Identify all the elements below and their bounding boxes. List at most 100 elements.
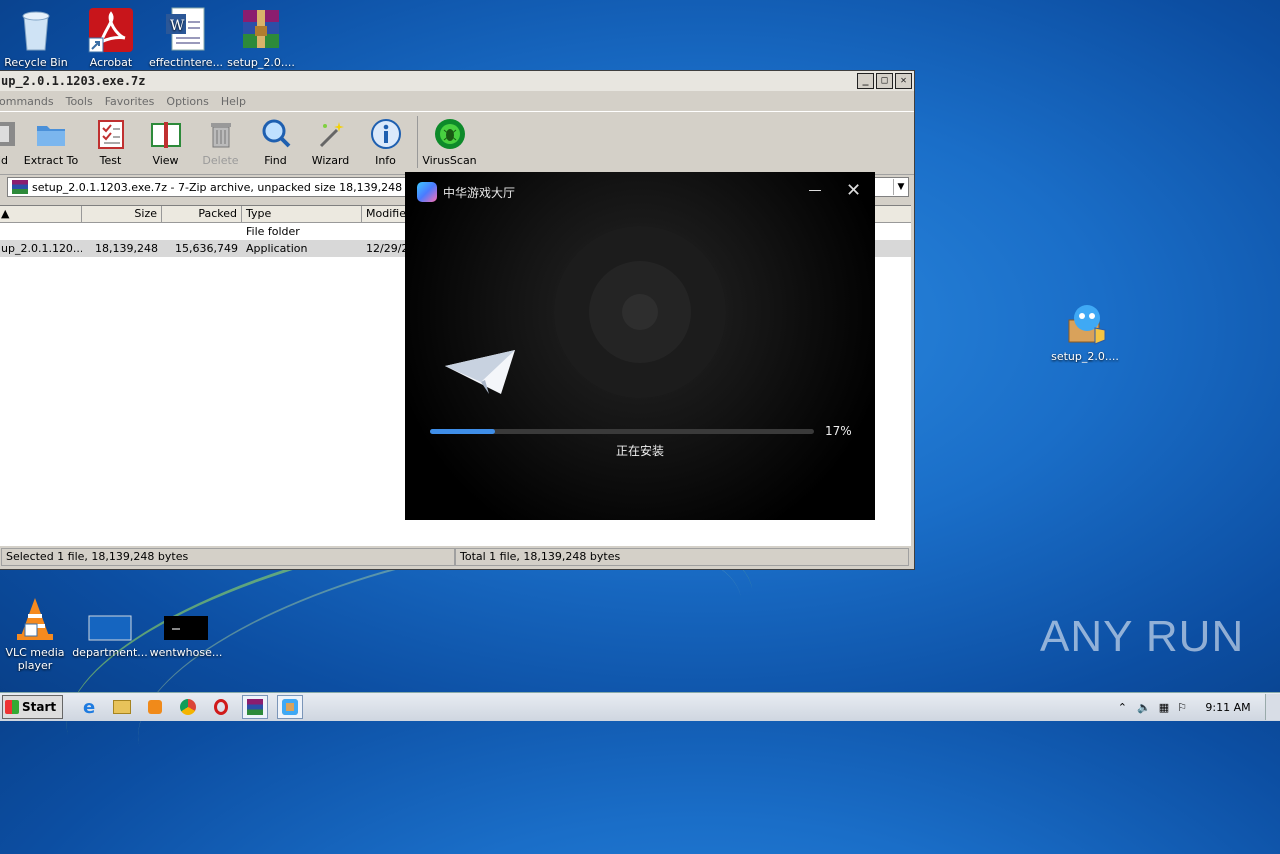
winrar-icon <box>247 699 264 715</box>
menu-options[interactable]: Options <box>160 95 214 108</box>
status-total: Total 1 file, 18,139,248 bytes <box>455 548 909 566</box>
maximize-button[interactable]: □ <box>876 73 893 89</box>
desktop-icon-winrar[interactable]: setup_2.0.... <box>221 6 301 69</box>
acrobat-icon <box>87 6 135 54</box>
taskbar-explorer[interactable] <box>110 696 134 718</box>
info-button[interactable]: Info <box>358 114 413 167</box>
close-icon[interactable]: ✕ <box>846 180 861 201</box>
show-desktop-button[interactable] <box>1265 694 1280 720</box>
taskbar-ie[interactable]: e <box>77 696 101 718</box>
desktop-icon-label: setup_2.0.... <box>227 56 295 69</box>
desktop-icon-label: setup_2.0.... <box>1051 350 1119 363</box>
menu-tools[interactable]: Tools <box>60 95 99 108</box>
installer-title: 中华游戏大厅 <box>443 186 516 200</box>
desktop-icon-label: effectintere... <box>148 56 224 69</box>
status-bar: Selected 1 file, 18,139,248 bytes Total … <box>1 548 909 566</box>
media-player-icon <box>148 700 163 714</box>
start-button[interactable]: Start <box>2 695 64 719</box>
menu-favorites[interactable]: Favorites <box>99 95 161 108</box>
taskbar: Start e ⌃ 🔈 ▦ ⚐ 9:11 AM <box>0 692 1280 721</box>
progress-fill <box>430 429 496 434</box>
book-icon <box>150 118 182 150</box>
column-type[interactable]: Type <box>242 206 362 222</box>
menu-help[interactable]: Help <box>215 95 252 108</box>
taskbar-chrome[interactable] <box>176 696 200 718</box>
info-icon <box>370 118 402 150</box>
folder-icon <box>113 700 132 714</box>
address-path: setup_2.0.1.1203.exe.7z - 7-Zip archive,… <box>32 180 436 194</box>
network-icon[interactable]: ▦ <box>1159 701 1169 714</box>
menu-commands[interactable]: ommands <box>0 95 60 108</box>
vlc-cone-icon <box>11 596 59 644</box>
checklist-icon <box>95 118 127 150</box>
toolbar-separator <box>417 116 418 168</box>
test-button[interactable]: Test <box>83 114 138 167</box>
volume-icon[interactable]: 🔈 <box>1137 701 1151 714</box>
desktop-icon-label: Recycle Bin <box>4 56 68 69</box>
minimize-button[interactable]: _ <box>857 73 874 89</box>
taskbar-opera[interactable] <box>209 696 233 718</box>
bug-icon <box>434 118 466 150</box>
taskbar-installer[interactable] <box>277 695 304 719</box>
taskbar-winrar[interactable] <box>242 695 269 719</box>
install-status: 正在安装 <box>615 444 664 458</box>
installer-window: 中华游戏大厅 ✕ 17% 正在安装 <box>405 172 875 520</box>
chrome-icon <box>180 699 197 715</box>
desktop-icon-recycle-bin[interactable]: Recycle Bin <box>0 6 76 69</box>
windows-logo-icon <box>5 700 19 714</box>
column-size[interactable]: Size <box>82 206 162 222</box>
desktop-icon-label: department... <box>72 646 148 659</box>
desktop-icon-label: VLC media player <box>5 646 65 672</box>
delete-button[interactable]: Delete <box>193 114 248 167</box>
svg-text:W: W <box>170 18 185 34</box>
trash-icon <box>205 118 237 150</box>
system-tray: ⌃ 🔈 ▦ ⚐ 9:11 AM <box>1118 694 1280 720</box>
tray-expand-icon[interactable]: ⌃ <box>1118 701 1127 714</box>
archive-icon <box>12 180 28 194</box>
wand-icon <box>315 118 347 150</box>
desktop-icon-label: Acrobat <box>89 56 133 69</box>
column-name[interactable]: ▲ <box>0 206 82 222</box>
game-hall-logo-icon <box>417 182 437 202</box>
find-button[interactable]: Find <box>248 114 303 167</box>
installer-package-icon <box>282 699 299 715</box>
taskbar-media-player[interactable] <box>143 696 167 718</box>
menu-bar: ommands Tools Favorites Options Help <box>0 91 914 111</box>
black-file-icon <box>162 602 210 644</box>
anyrun-watermark: ANY RUN <box>1040 612 1245 661</box>
virusscan-button[interactable]: VirusScan <box>422 114 477 167</box>
add-icon <box>0 118 19 150</box>
magnifier-icon <box>260 118 292 150</box>
paper-plane-icon <box>445 348 517 399</box>
sort-ascending-icon: ▲ <box>1 207 10 220</box>
desktop-icon-wentwhose[interactable]: wentwhose... <box>146 602 226 659</box>
internet-explorer-icon: e <box>83 696 96 718</box>
archive-toolbar: ld Extract To Test View Delete Find Wiza… <box>0 111 914 175</box>
extract-to-button[interactable]: Extract To <box>19 114 83 167</box>
archive-titlebar[interactable]: up_2.0.1.1203.exe.7z _ □ ✕ <box>0 71 914 91</box>
desktop-icon-word-doc[interactable]: W effectintere... <box>146 6 226 69</box>
view-button[interactable]: View <box>138 114 193 167</box>
status-selected: Selected 1 file, 18,139,248 bytes <box>1 548 455 566</box>
desktop-icon-setup[interactable]: setup_2.0.... <box>1045 300 1125 363</box>
opera-icon <box>214 699 229 715</box>
desktop-icon-department[interactable]: department... <box>70 602 150 659</box>
window-title: up_2.0.1.1203.exe.7z <box>1 74 146 88</box>
desktop-icon-acrobat[interactable]: Acrobat <box>71 6 151 69</box>
winrar-archive-icon <box>237 6 285 54</box>
blank-file-icon <box>86 602 134 644</box>
minimize-icon[interactable] <box>809 190 821 191</box>
clock[interactable]: 9:11 AM <box>1193 701 1263 714</box>
installer-package-icon <box>1061 300 1109 348</box>
chevron-down-icon[interactable]: ▼ <box>893 179 908 195</box>
close-button[interactable]: ✕ <box>895 73 912 89</box>
wizard-button[interactable]: Wizard <box>303 114 358 167</box>
desktop-icon-vlc[interactable]: VLC media player <box>0 596 75 672</box>
install-progress-bar <box>430 429 814 434</box>
word-document-icon: W <box>162 6 210 54</box>
column-packed[interactable]: Packed <box>162 206 242 222</box>
action-center-flag-icon[interactable]: ⚐ <box>1177 701 1187 714</box>
desktop-icon-label: wentwhose... <box>149 646 223 659</box>
folder-icon <box>35 118 67 150</box>
add-button[interactable]: ld <box>0 114 19 167</box>
